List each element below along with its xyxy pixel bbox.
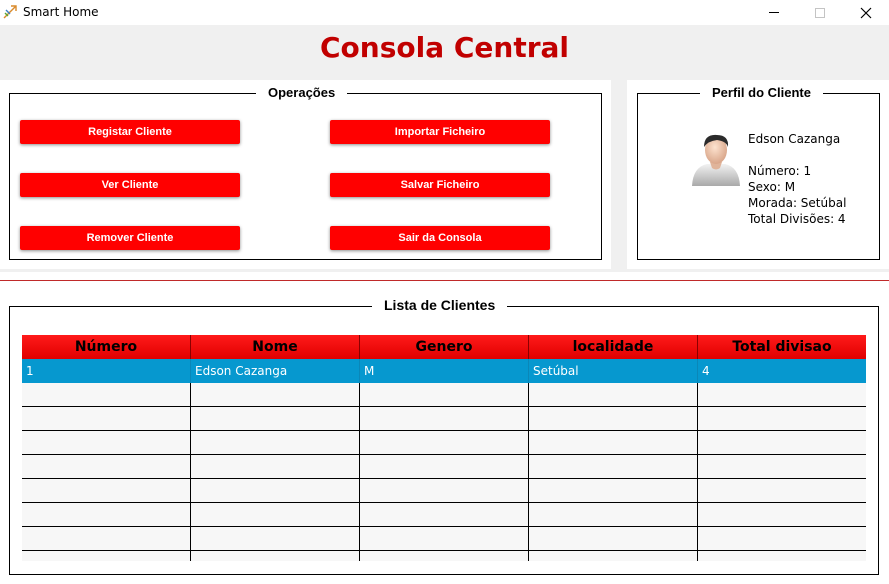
table-cell-empty[interactable] bbox=[359, 503, 528, 526]
client-list-legend: Lista de Clientes bbox=[372, 297, 508, 313]
table-cell-empty[interactable] bbox=[22, 551, 190, 561]
minimize-button[interactable] bbox=[751, 0, 797, 25]
empty-rows bbox=[22, 383, 866, 561]
app-logo-icon bbox=[2, 4, 18, 20]
profile-divisions: Total Divisões: 4 bbox=[748, 212, 846, 226]
table-cell-empty[interactable] bbox=[190, 383, 359, 406]
table-cell-empty[interactable] bbox=[528, 431, 697, 454]
table-cell-empty[interactable] bbox=[359, 431, 528, 454]
remove-client-button[interactable]: Remover Cliente bbox=[20, 226, 240, 250]
table-cell-empty[interactable] bbox=[528, 455, 697, 478]
table-cell-empty[interactable] bbox=[697, 383, 866, 406]
column-header-gender[interactable]: Genero bbox=[359, 335, 528, 359]
exit-console-button[interactable]: Sair da Consola bbox=[330, 226, 550, 250]
table-cell-empty[interactable] bbox=[22, 455, 190, 478]
table-row-empty[interactable] bbox=[22, 479, 866, 503]
client-table: Número Nome Genero localidade Total divi… bbox=[22, 335, 866, 561]
profile-group: Perfil do Cliente Edson Cazanga Número: … bbox=[637, 85, 880, 260]
table-row-empty[interactable] bbox=[22, 455, 866, 479]
table-cell-empty[interactable] bbox=[528, 503, 697, 526]
import-file-button[interactable]: Importar Ficheiro bbox=[330, 120, 550, 144]
page-header: Consola Central bbox=[0, 25, 889, 78]
column-header-locality[interactable]: localidade bbox=[528, 335, 697, 359]
table-cell-empty[interactable] bbox=[697, 455, 866, 478]
table-cell-empty[interactable] bbox=[528, 383, 697, 406]
table-cell-empty[interactable] bbox=[359, 455, 528, 478]
profile-sex: Sexo: M bbox=[748, 180, 796, 194]
maximize-button[interactable] bbox=[797, 0, 843, 25]
table-row-empty[interactable] bbox=[22, 383, 866, 407]
table-cell-empty[interactable] bbox=[359, 407, 528, 430]
table-cell-empty[interactable] bbox=[528, 551, 697, 561]
table-cell-empty[interactable] bbox=[22, 503, 190, 526]
table-cell-empty[interactable] bbox=[359, 551, 528, 561]
table-cell-empty[interactable] bbox=[190, 527, 359, 550]
table-cell-empty[interactable] bbox=[359, 479, 528, 502]
operations-panel: Operações Registar Cliente Ver Cliente R… bbox=[0, 80, 611, 269]
section-divider bbox=[0, 280, 889, 281]
cell-divisions[interactable]: 4 bbox=[697, 359, 866, 383]
operations-group: Operações Registar Cliente Ver Cliente R… bbox=[9, 85, 602, 260]
table-row-empty[interactable] bbox=[22, 527, 866, 551]
cell-name[interactable]: Edson Cazanga bbox=[190, 359, 359, 383]
minimize-icon bbox=[769, 12, 779, 13]
table-cell-empty[interactable] bbox=[697, 551, 866, 561]
table-cell-empty[interactable] bbox=[190, 431, 359, 454]
table-cell-empty[interactable] bbox=[359, 527, 528, 550]
table-cell-empty[interactable] bbox=[190, 455, 359, 478]
table-row-empty[interactable] bbox=[22, 431, 866, 455]
table-cell-empty[interactable] bbox=[528, 527, 697, 550]
maximize-icon bbox=[815, 7, 825, 18]
table-cell-empty[interactable] bbox=[190, 503, 359, 526]
profile-number: Número: 1 bbox=[748, 164, 812, 178]
close-button[interactable] bbox=[843, 0, 889, 25]
view-client-button[interactable]: Ver Cliente bbox=[20, 173, 240, 197]
profile-legend: Perfil do Cliente bbox=[700, 85, 823, 100]
cell-locality[interactable]: Setúbal bbox=[528, 359, 697, 383]
operations-legend: Operações bbox=[256, 85, 348, 100]
save-file-button[interactable]: Salvar Ficheiro bbox=[330, 173, 550, 197]
table-cell-empty[interactable] bbox=[697, 527, 866, 550]
profile-address: Morada: Setúbal bbox=[748, 196, 847, 210]
table-cell-empty[interactable] bbox=[359, 383, 528, 406]
column-header-name[interactable]: Nome bbox=[190, 335, 359, 359]
table-row[interactable]: 1 Edson Cazanga M Setúbal 4 bbox=[22, 359, 866, 383]
table-cell-empty[interactable] bbox=[190, 551, 359, 561]
table-cell-empty[interactable] bbox=[528, 407, 697, 430]
profile-name: Edson Cazanga bbox=[748, 132, 841, 146]
cell-number[interactable]: 1 bbox=[22, 359, 190, 383]
table-cell-empty[interactable] bbox=[22, 407, 190, 430]
table-cell-empty[interactable] bbox=[697, 431, 866, 454]
table-row-empty[interactable] bbox=[22, 407, 866, 431]
table-cell-empty[interactable] bbox=[697, 407, 866, 430]
column-header-number[interactable]: Número bbox=[22, 335, 190, 359]
table-cell-empty[interactable] bbox=[190, 479, 359, 502]
table-row-empty[interactable] bbox=[22, 503, 866, 527]
table-row-empty[interactable] bbox=[22, 551, 866, 561]
close-icon bbox=[860, 7, 872, 18]
table-header: Número Nome Genero localidade Total divi… bbox=[22, 335, 866, 359]
table-cell-empty[interactable] bbox=[697, 479, 866, 502]
table-cell-empty[interactable] bbox=[22, 479, 190, 502]
cell-gender[interactable]: M bbox=[359, 359, 528, 383]
window-title: Smart Home bbox=[23, 5, 99, 19]
register-client-button[interactable]: Registar Cliente bbox=[20, 120, 240, 144]
page-title: Consola Central bbox=[319, 31, 570, 64]
column-header-divisions[interactable]: Total divisao bbox=[697, 335, 866, 359]
table-cell-empty[interactable] bbox=[190, 407, 359, 430]
table-cell-empty[interactable] bbox=[22, 383, 190, 406]
table-cell-empty[interactable] bbox=[22, 527, 190, 550]
table-cell-empty[interactable] bbox=[528, 479, 697, 502]
profile-panel: Perfil do Cliente Edson Cazanga Número: … bbox=[627, 80, 889, 269]
table-cell-empty[interactable] bbox=[697, 503, 866, 526]
window-titlebar: Smart Home bbox=[0, 0, 889, 25]
table-cell-empty[interactable] bbox=[22, 431, 190, 454]
user-avatar-icon bbox=[692, 134, 740, 186]
